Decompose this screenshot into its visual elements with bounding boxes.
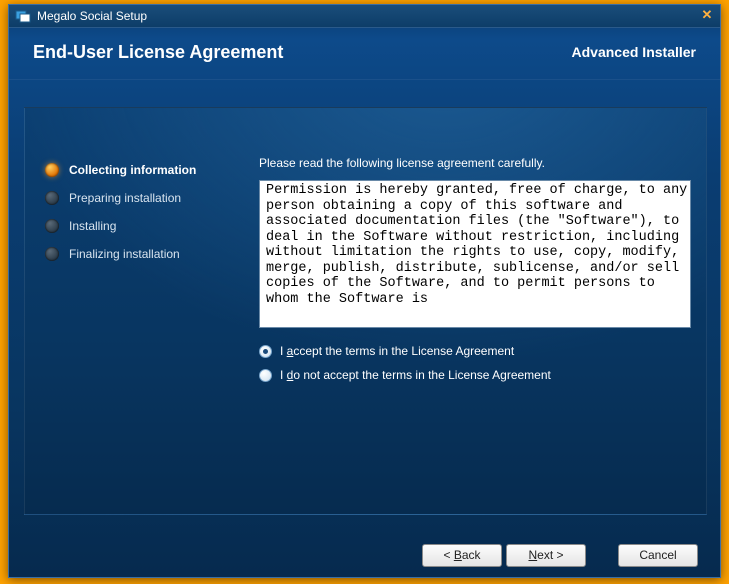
step-installing: Installing (45, 219, 245, 233)
step-label: Installing (69, 219, 116, 233)
accept-radio[interactable]: I accept the terms in the License Agreem… (259, 344, 691, 358)
step-label: Collecting information (69, 163, 196, 177)
back-button[interactable]: < Back (422, 544, 502, 567)
window-title: Megalo Social Setup (37, 9, 147, 23)
brand-label: Advanced Installer (572, 44, 697, 60)
decline-label: I do not accept the terms in the License… (280, 368, 551, 382)
content-panel: Collecting information Preparing install… (24, 107, 707, 515)
step-finalizing: Finalizing installation (45, 247, 245, 261)
header: End-User License Agreement Advanced Inst… (9, 28, 720, 80)
step-preparing: Preparing installation (45, 191, 245, 205)
license-textarea[interactable]: Permission is hereby granted, free of ch… (259, 180, 691, 328)
step-indicator-icon (45, 163, 59, 177)
step-label: Preparing installation (69, 191, 181, 205)
license-choice: I accept the terms in the License Agreem… (259, 344, 691, 382)
installer-window: Megalo Social Setup ✕ End-User License A… (8, 4, 721, 578)
cancel-button[interactable]: Cancel (618, 544, 698, 567)
nav-button-group: < Back Next > (422, 544, 586, 567)
step-label: Finalizing installation (69, 247, 180, 261)
titlebar: Megalo Social Setup ✕ (9, 5, 720, 28)
step-list: Collecting information Preparing install… (45, 163, 245, 275)
next-button[interactable]: Next > (506, 544, 586, 567)
footer: < Back Next > Cancel (9, 533, 720, 577)
close-button[interactable]: ✕ (698, 8, 716, 24)
radio-icon (259, 369, 272, 382)
page-title: End-User License Agreement (33, 42, 283, 63)
radio-icon (259, 345, 272, 358)
app-icon (15, 8, 31, 24)
step-indicator-icon (45, 247, 59, 261)
decline-radio[interactable]: I do not accept the terms in the License… (259, 368, 691, 382)
step-collecting: Collecting information (45, 163, 245, 177)
accept-label: I accept the terms in the License Agreem… (280, 344, 514, 358)
main-content: Please read the following license agreem… (259, 156, 691, 392)
instruction-text: Please read the following license agreem… (259, 156, 691, 170)
step-indicator-icon (45, 219, 59, 233)
step-indicator-icon (45, 191, 59, 205)
